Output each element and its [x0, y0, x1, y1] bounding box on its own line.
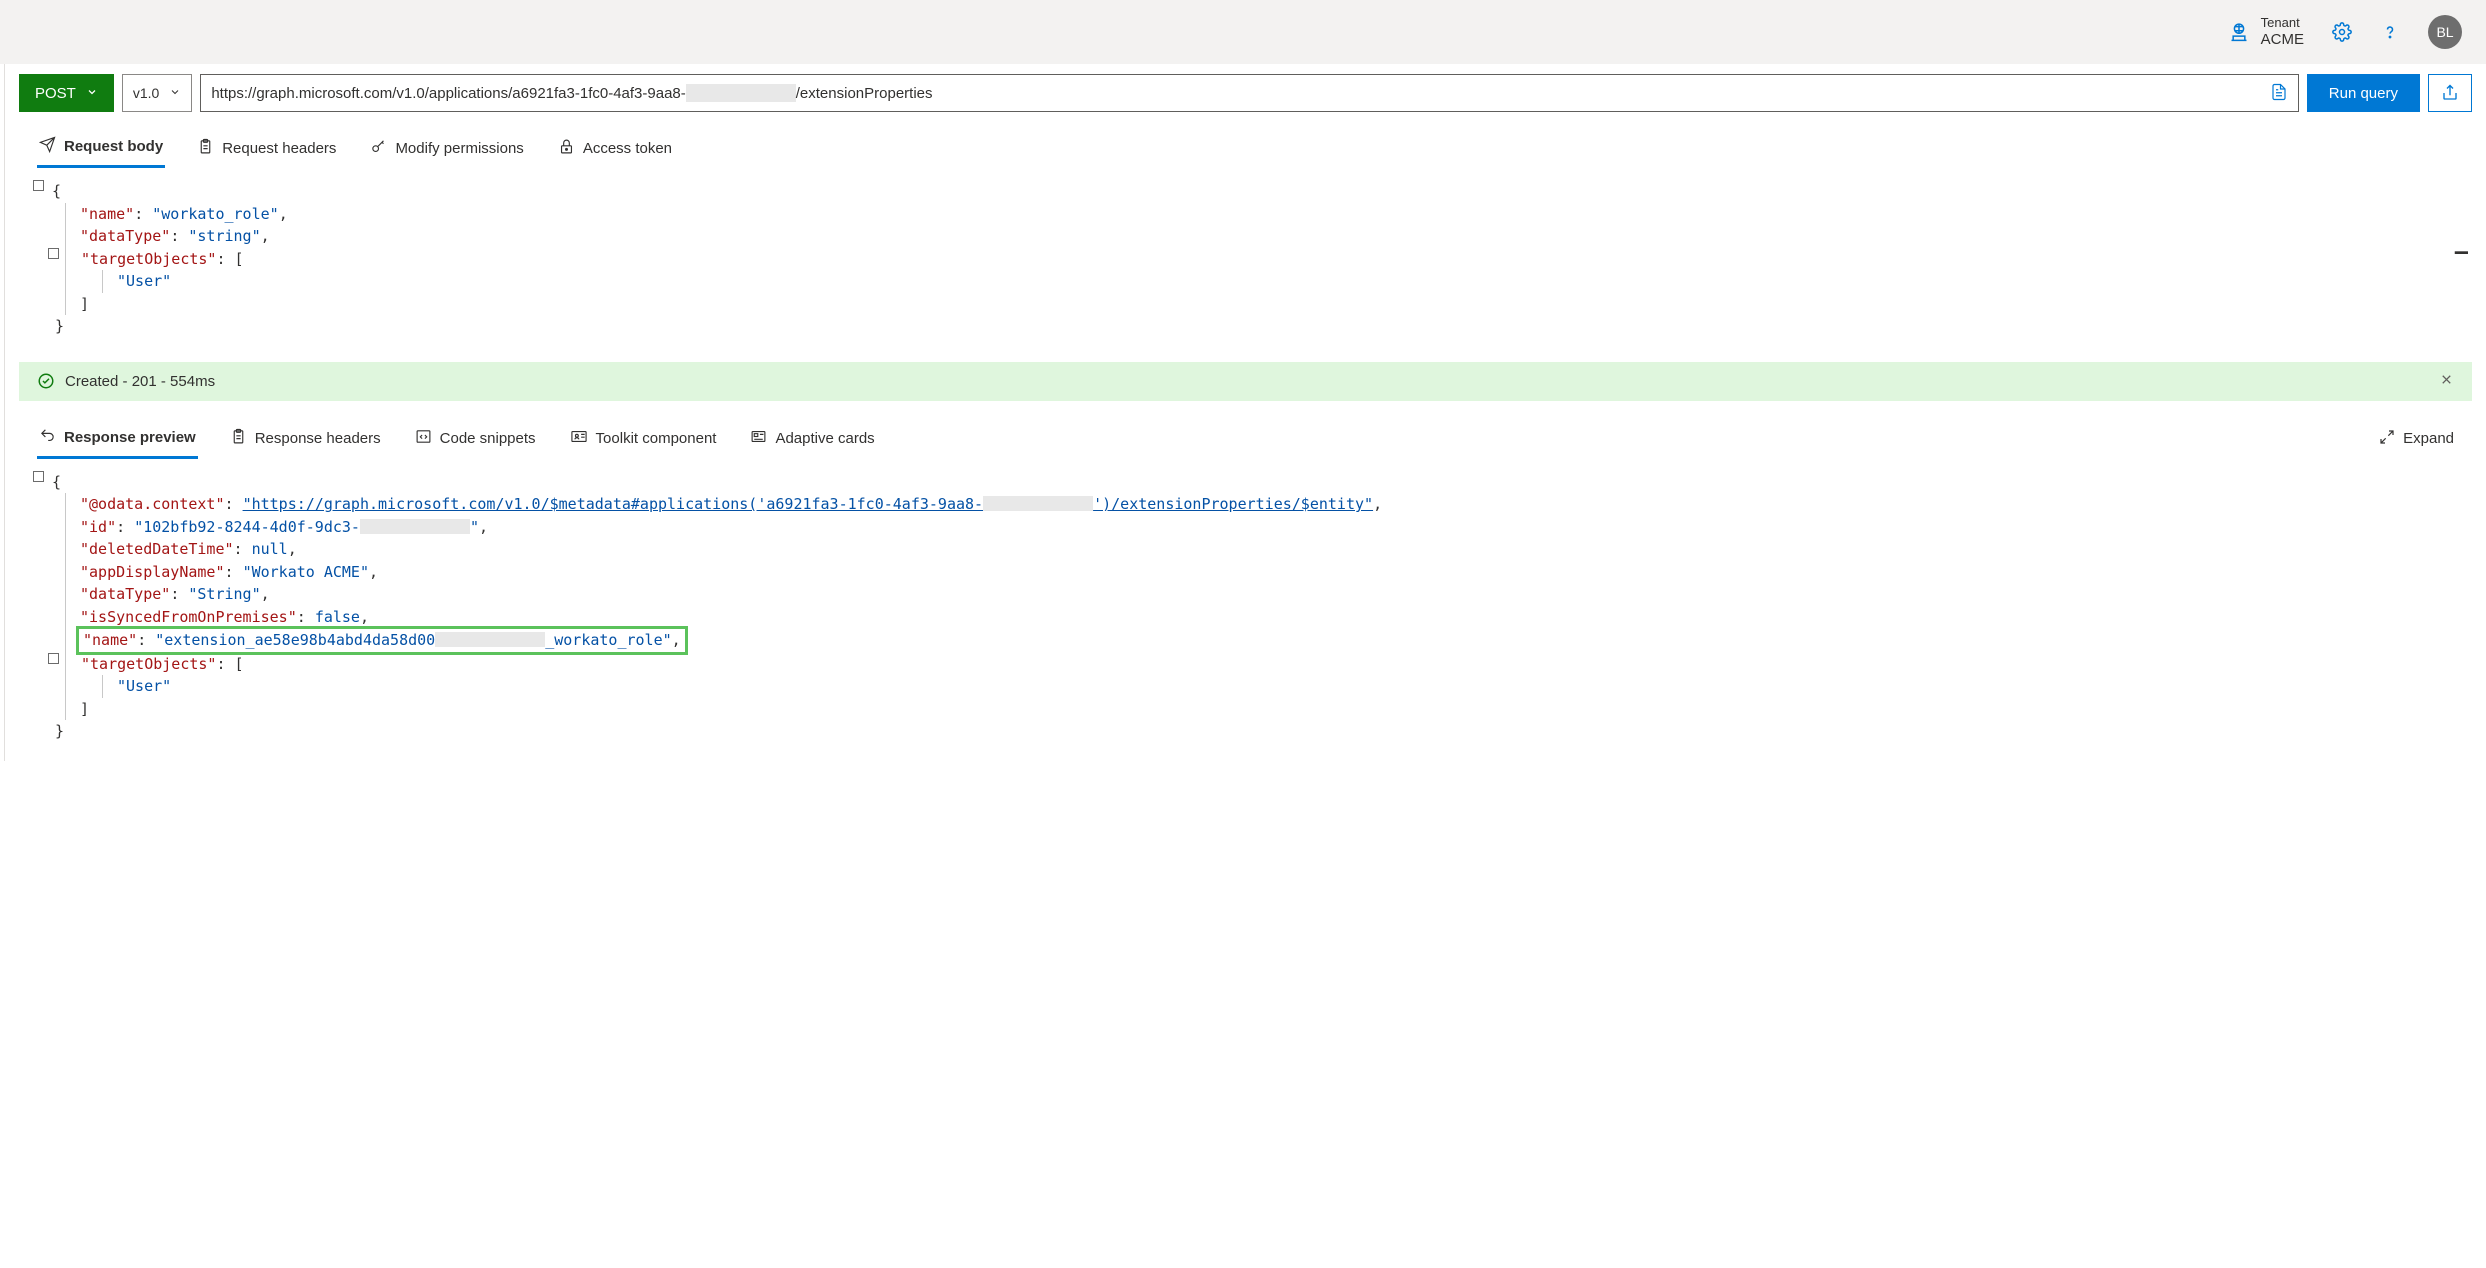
- run-query-button[interactable]: Run query: [2307, 74, 2420, 112]
- api-version-select[interactable]: v1.0: [122, 74, 192, 112]
- tab-label: Modify permissions: [395, 140, 523, 157]
- tab-request-headers[interactable]: Request headers: [195, 128, 338, 168]
- clipboard-icon: [230, 428, 247, 449]
- request-tabs: Request body Request headers Modify perm…: [5, 118, 2486, 168]
- tenant-globe-icon: [2229, 22, 2249, 42]
- fold-box-icon[interactable]: [48, 653, 59, 664]
- tab-label: Response headers: [255, 430, 381, 447]
- json-key: "@odata.context": [80, 495, 225, 513]
- json-value: "Workato ACME": [243, 563, 369, 581]
- json-key: "isSyncedFromOnPremises": [80, 608, 297, 626]
- redacted-segment: [360, 519, 470, 534]
- http-method-label: POST: [35, 85, 76, 102]
- status-text: Created - 201 - 554ms: [65, 373, 215, 390]
- tab-label: Request headers: [222, 140, 336, 157]
- expand-button[interactable]: Expand: [2379, 419, 2454, 459]
- key-icon: [370, 138, 387, 159]
- json-value: false: [315, 608, 360, 626]
- tab-modify-permissions[interactable]: Modify permissions: [368, 128, 525, 168]
- redacted-segment: [983, 496, 1093, 511]
- top-header: Tenant ACME BL: [0, 0, 2486, 64]
- avatar[interactable]: BL: [2428, 15, 2462, 49]
- tab-label: Adaptive cards: [775, 430, 874, 447]
- tab-access-token[interactable]: Access token: [556, 128, 674, 168]
- json-key: "appDisplayName": [80, 563, 225, 581]
- json-value: "User": [117, 677, 171, 695]
- json-key: "dataType": [80, 227, 170, 245]
- json-key: "deletedDateTime": [80, 540, 234, 558]
- tab-code-snippets[interactable]: Code snippets: [413, 419, 538, 459]
- send-icon: [39, 136, 56, 157]
- tab-label: Request body: [64, 138, 163, 155]
- tab-response-preview[interactable]: Response preview: [37, 419, 198, 459]
- json-value: "string": [188, 227, 260, 245]
- clipboard-icon: [197, 138, 214, 159]
- fold-box-icon[interactable]: [33, 471, 44, 482]
- json-key: "name": [80, 205, 134, 223]
- collapse-icon[interactable]: —: [2455, 236, 2468, 269]
- tab-label: Code snippets: [440, 430, 536, 447]
- chevron-down-icon: [169, 86, 181, 101]
- http-method-select[interactable]: POST: [19, 74, 114, 112]
- expand-icon: [2379, 429, 2395, 449]
- lock-icon: [558, 138, 575, 159]
- person-card-icon: [570, 428, 588, 449]
- tenant-switcher[interactable]: Tenant ACME: [2229, 15, 2304, 49]
- tenant-name: ACME: [2261, 31, 2304, 49]
- json-value: ')/extensionProperties/$entity": [1093, 495, 1373, 513]
- query-url-input[interactable]: https://graph.microsoft.com/v1.0/applica…: [200, 74, 2298, 112]
- json-key: "id": [80, 518, 116, 536]
- card-icon: [750, 428, 767, 449]
- share-button[interactable]: [2428, 74, 2472, 112]
- tab-response-headers[interactable]: Response headers: [228, 419, 383, 459]
- help-icon[interactable]: [2380, 22, 2400, 42]
- api-version-label: v1.0: [133, 85, 159, 101]
- tab-label: Toolkit component: [596, 430, 717, 447]
- request-body-editor[interactable]: — { "name": "workato_role", "dataType": …: [5, 168, 2486, 356]
- tab-label: Access token: [583, 140, 672, 157]
- json-value: "https://graph.microsoft.com/v1.0/$metad…: [243, 495, 984, 513]
- json-value: null: [252, 540, 288, 558]
- fold-box-icon[interactable]: [48, 248, 59, 259]
- undo-icon: [39, 427, 56, 448]
- json-value: "String": [188, 585, 260, 603]
- documentation-icon[interactable]: [2270, 83, 2288, 104]
- response-body-viewer[interactable]: { "@odata.context": "https://graph.micro…: [5, 459, 2486, 761]
- highlighted-line: "name": "extension_ae58e98b4abd4da58d00_…: [76, 626, 688, 655]
- check-circle-icon: [37, 372, 55, 390]
- json-value: "102bfb92-8244-4d0f-9dc3-: [134, 518, 360, 536]
- json-value: "extension_ae58e98b4abd4da58d00: [155, 631, 435, 649]
- json-key: "name": [83, 631, 137, 649]
- tab-label: Response preview: [64, 429, 196, 446]
- url-prefix: https://graph.microsoft.com/v1.0/applica…: [211, 85, 685, 102]
- fold-box-icon[interactable]: [33, 180, 44, 191]
- json-key: "targetObjects": [81, 248, 216, 271]
- response-tabs: Response preview Response headers Code s…: [5, 401, 2486, 459]
- json-value: "workato_role": [152, 205, 278, 223]
- json-key: "targetObjects": [81, 653, 216, 676]
- redacted-segment: [686, 84, 796, 102]
- url-suffix: /extensionProperties: [796, 85, 933, 102]
- json-value: "User": [117, 272, 171, 290]
- tab-adaptive-cards[interactable]: Adaptive cards: [748, 419, 876, 459]
- json-value: ": [470, 518, 479, 536]
- close-icon[interactable]: [2439, 372, 2454, 391]
- chevron-down-icon: [86, 86, 98, 101]
- code-icon: [415, 428, 432, 449]
- status-bar: Created - 201 - 554ms: [19, 362, 2472, 401]
- tab-toolkit-component[interactable]: Toolkit component: [568, 419, 719, 459]
- json-key: "dataType": [80, 585, 170, 603]
- tab-request-body[interactable]: Request body: [37, 128, 165, 168]
- tenant-label: Tenant: [2261, 15, 2304, 31]
- json-value: _workato_role": [545, 631, 671, 649]
- query-bar: POST v1.0 https://graph.microsoft.com/v1…: [5, 64, 2486, 118]
- settings-gear-icon[interactable]: [2332, 22, 2352, 42]
- expand-label: Expand: [2403, 430, 2454, 447]
- redacted-segment: [435, 632, 545, 647]
